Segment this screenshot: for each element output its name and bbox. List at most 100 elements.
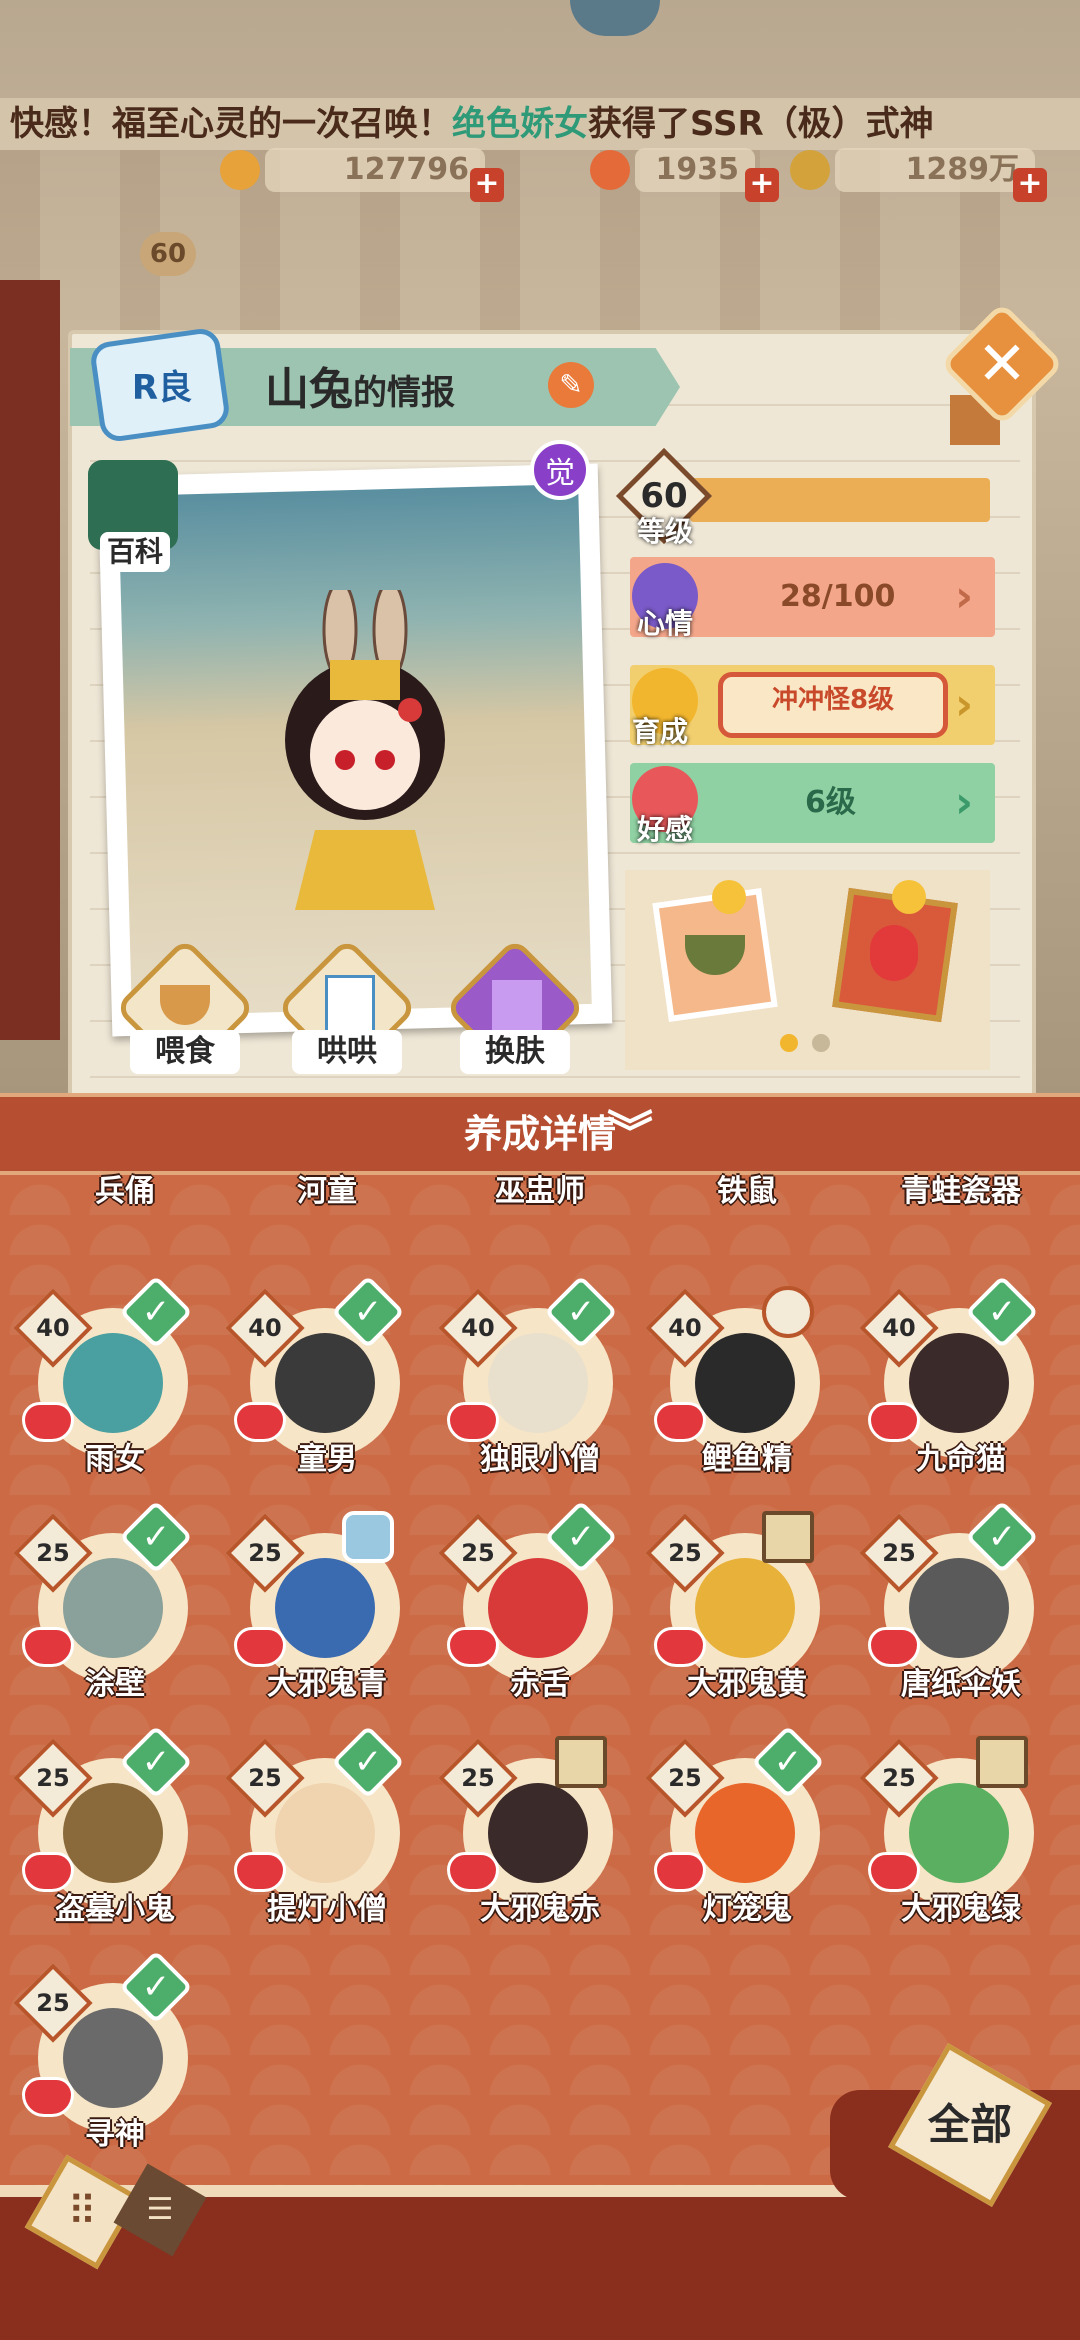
shikigami-card[interactable]: 25 大邪鬼赤 [438, 1736, 615, 1930]
double-chevron-down-icon[interactable]: ︾ [607, 1105, 657, 1161]
shikigami-card[interactable]: 25 ✓ 提灯小僧 [225, 1725, 405, 1930]
affection-chevron-icon[interactable]: › [955, 781, 985, 825]
check-icon: ✓ [566, 1292, 596, 1332]
shikigami-card[interactable]: 25 大邪鬼绿 [859, 1736, 1036, 1930]
level-value: 25 [882, 1764, 916, 1792]
growth-chevron-icon[interactable]: › [955, 683, 985, 727]
shikigami-name: 赤舌 [510, 1667, 570, 1702]
skin-icon [492, 980, 542, 1030]
level-value: 25 [36, 1539, 70, 1567]
gift-emoji-icon [892, 880, 926, 914]
ring-badge [762, 1286, 814, 1338]
carousel-dot[interactable] [812, 1034, 830, 1052]
shikigami-card[interactable]: 25 ✓ 灯笼鬼 [645, 1725, 825, 1930]
shikigami-card[interactable]: 25 ✓ 寻神 [13, 1950, 193, 2155]
heart-icon [234, 1402, 286, 1442]
heart-icon [654, 1402, 706, 1442]
shikigami-card[interactable]: 25 ✓ 赤舌 [438, 1500, 618, 1705]
heart-icon [234, 1627, 286, 1667]
gold-counter: 1289万 [835, 148, 1035, 192]
shikigami-card[interactable]: 40 ✓ 雨女 [13, 1275, 193, 1480]
filter-all-label[interactable]: 全部 [900, 2090, 1040, 2160]
level-value: 40 [461, 1314, 495, 1342]
book-spine [0, 280, 60, 1040]
jade-icon [590, 150, 630, 190]
heart-icon [22, 1627, 74, 1667]
carousel-dot-active[interactable] [780, 1034, 798, 1052]
shikigami-name: 巫盅师 [495, 1174, 585, 1209]
level-value: 25 [248, 1539, 282, 1567]
heart-icon [868, 1852, 920, 1892]
level-value: 25 [36, 1764, 70, 1792]
heart-icon [447, 1852, 499, 1892]
shikigami-name: 九命猫 [916, 1442, 1006, 1477]
edit-name-button[interactable]: ✎ [548, 362, 594, 408]
figure-badge-icon [342, 1511, 394, 1563]
list-icon[interactable]: ☰ [126, 2176, 194, 2244]
mood-label: 心情 [636, 607, 693, 640]
shikigami-name: 兵俑 [95, 1174, 155, 1209]
shikigami-name: 灯笼鬼 [702, 1892, 792, 1927]
level-bar [690, 478, 990, 522]
shikigami-card[interactable]: 40 ✓ 童男 [225, 1275, 405, 1480]
feed-label[interactable]: 喂食 [130, 1030, 240, 1074]
close-icon[interactable]: ✕ [958, 320, 1046, 408]
growth-label: 育成 [631, 715, 688, 748]
shikigami-card[interactable]: 25 ✓ 盗墓小鬼 [13, 1725, 193, 1930]
shikigami-name: 青蛙瓷器 [901, 1174, 1021, 1209]
check-icon: ✓ [141, 1292, 171, 1332]
shikigami-name: 山兔 [265, 364, 353, 415]
shikigami-card[interactable]: 25 大邪鬼青 [225, 1511, 402, 1705]
coax-label[interactable]: 哄哄 [292, 1030, 402, 1074]
level-value: 25 [248, 1764, 282, 1792]
level-label: 等级 [636, 515, 693, 548]
panel-title: 山兔的情报 [265, 355, 455, 425]
shikigami-card[interactable]: 25 ✓ 唐纸伞妖 [859, 1500, 1039, 1705]
check-icon: ✓ [987, 1292, 1017, 1332]
shikigami-card[interactable]: 40 鲤鱼精 [645, 1286, 822, 1480]
check-icon: ✓ [566, 1517, 596, 1557]
shikigami-card[interactable]: 25 大邪鬼黄 [645, 1511, 822, 1705]
rarity-label: R良 [131, 368, 193, 408]
flag-badge-icon [976, 1736, 1028, 1788]
level-value: 25 [461, 1539, 495, 1567]
shikigami-name: 鲤鱼精 [702, 1442, 792, 1477]
heart-icon [654, 1627, 706, 1667]
awaken-badge: 觉 [530, 440, 590, 500]
shikigami-name: 大邪鬼赤 [480, 1892, 600, 1927]
gift-emoji-icon [712, 880, 746, 914]
check-icon: ✓ [773, 1742, 803, 1782]
mood-chevron-icon[interactable]: › [955, 575, 985, 619]
skin-label[interactable]: 换肤 [460, 1030, 570, 1074]
jade-counter: 1935 [635, 148, 755, 192]
shikigami-name: 大邪鬼青 [267, 1667, 387, 1702]
shikigami-card[interactable]: 25 ✓ 涂壁 [13, 1500, 193, 1705]
title-suffix: 的情报 [353, 373, 455, 413]
announcement-suffix: 获得了SSR（极）式神 [588, 104, 934, 144]
level-value: 40 [36, 1314, 70, 1342]
level-value: 40 [668, 1314, 702, 1342]
heart-icon [868, 1627, 920, 1667]
gold-icon [790, 150, 830, 190]
heart-icon [22, 1402, 74, 1442]
grid-icon[interactable]: ⠿ [40, 2170, 124, 2254]
announcement-text: 快感！福至心灵的一次召唤！绝色娇女获得了SSR（极）式神 [10, 98, 1030, 150]
wiki-label[interactable]: 百科 [100, 532, 170, 572]
mood-value: 28/100 [780, 579, 896, 614]
shikigami-card[interactable]: 40 ✓ 九命猫 [859, 1275, 1039, 1480]
add-gold-button[interactable]: + [1013, 168, 1047, 202]
check-icon: ✓ [353, 1292, 383, 1332]
add-jade-button[interactable]: + [745, 168, 779, 202]
shikigami-name: 童男 [297, 1442, 357, 1477]
shikigami-name: 寻神 [85, 2117, 145, 2152]
announcement-player-name: 绝色娇女 [452, 104, 588, 144]
level-value: 25 [461, 1764, 495, 1792]
level-value: 25 [668, 1539, 702, 1567]
check-icon: ✓ [141, 1517, 171, 1557]
add-coins-button[interactable]: + [470, 168, 504, 202]
check-icon: ✓ [987, 1517, 1017, 1557]
level-value: 40 [882, 1314, 916, 1342]
affection-value: 6级 [805, 785, 856, 820]
shikigami-name: 唐纸伞妖 [901, 1667, 1021, 1702]
shikigami-card[interactable]: 40 ✓ 独眼小僧 [438, 1275, 618, 1480]
